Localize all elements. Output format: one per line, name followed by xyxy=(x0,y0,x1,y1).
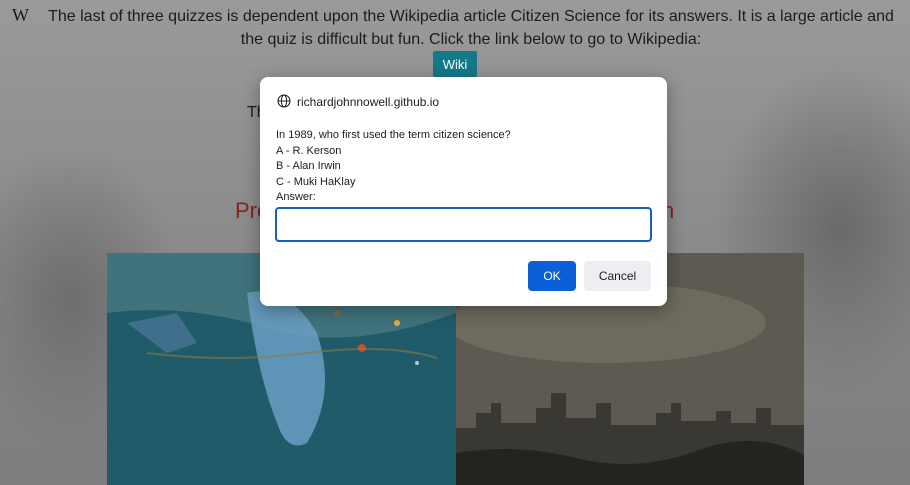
wiki-link-button[interactable]: Wiki xyxy=(433,51,477,77)
globe-icon xyxy=(277,93,291,111)
prompt-answer-label: Answer: xyxy=(276,191,316,203)
dialog-origin-header: richardjohnnowell.github.io xyxy=(277,93,440,111)
dialog-origin-text: richardjohnnowell.github.io xyxy=(297,95,440,109)
dialog-prompt-text: In 1989, who first used the term citizen… xyxy=(276,128,651,206)
prompt-dialog: richardjohnnowell.github.io In 1989, who… xyxy=(260,77,667,306)
prompt-option-b: B - Alan Irwin xyxy=(276,160,341,172)
prompt-option-c: C - Muki HaKlay xyxy=(276,175,356,188)
prompt-option-a: A - R. Kerson xyxy=(276,144,342,157)
cancel-button[interactable]: Cancel xyxy=(584,261,651,291)
ok-button[interactable]: OK xyxy=(528,261,576,291)
intro-text: The last of three quizzes is dependent u… xyxy=(48,8,894,48)
answer-input[interactable] xyxy=(275,207,652,242)
wikipedia-w-icon: W xyxy=(12,5,29,25)
prompt-question: In 1989, who first used the term citizen… xyxy=(276,129,511,141)
